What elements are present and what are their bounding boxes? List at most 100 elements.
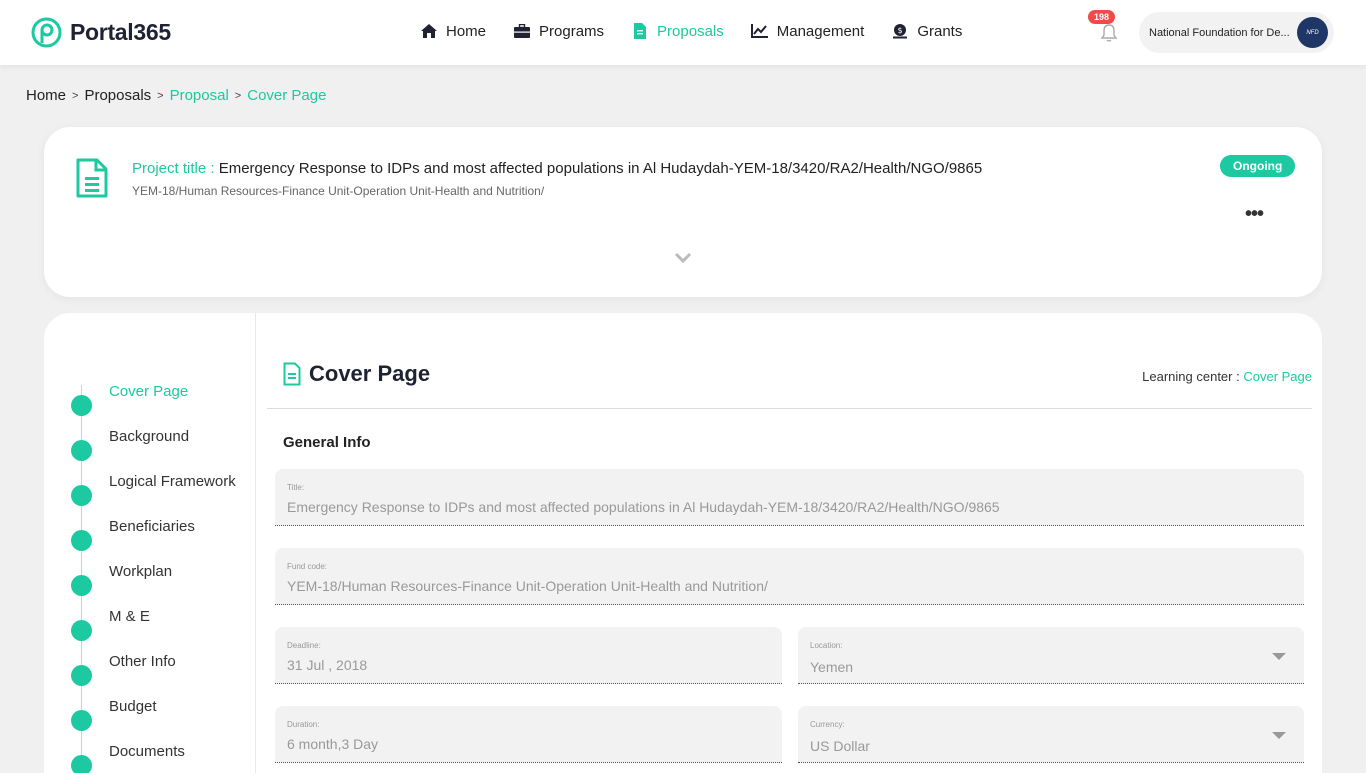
field-label: Deadline: [287,641,321,650]
step-documents[interactable]: Documents [71,743,251,773]
status-badge: Ongoing [1220,155,1296,177]
field-label: Currency: [810,720,845,729]
project-title: Project title : Emergency Response to ID… [132,160,982,177]
step-label: Workplan [109,563,173,580]
step-label: Other Info [109,653,176,670]
step-dot [71,395,92,416]
document-icon [631,22,649,40]
breadcrumb-separator: > [234,89,242,102]
breadcrumb-cover-page: Cover Page [247,87,327,104]
location-select[interactable]: Location: Yemen [798,627,1304,684]
breadcrumb: Home > Proposals > Proposal > Cover Page [26,87,326,104]
portal-logo[interactable]: Portal365 [31,17,171,48]
field-value: 31 Jul , 2018 [287,657,368,673]
step-other-info[interactable]: Other Info [71,653,251,686]
account-name: National Foundation for De... [1149,26,1290,39]
breadcrumb-home[interactable]: Home [26,87,66,104]
step-dot [71,485,92,506]
fund-code-field[interactable]: Fund code: YEM-18/Human Resources-Financ… [275,548,1304,605]
breadcrumb-proposals[interactable]: Proposals [84,87,151,104]
currency-select[interactable]: Currency: US Dollar [798,706,1304,763]
step-dot [71,530,92,551]
breadcrumb-separator: > [72,89,79,102]
avatar-text: NFD [1306,29,1319,36]
notification-badge: 198 [1088,10,1116,24]
field-value: YEM-18/Human Resources-Finance Unit-Oper… [287,578,768,594]
step-label: Logical Framework [109,473,236,490]
nav-home-label: Home [446,22,487,40]
logo-icon [31,17,62,48]
step-dot [71,440,92,461]
step-label: Budget [109,698,157,715]
step-m-and-e[interactable]: M & E [71,608,251,641]
caret-down-icon [1272,732,1286,739]
step-dot [71,665,92,686]
caret-down-icon [1272,653,1286,660]
top-navbar: Portal365 Home Programs Proposals Manage… [0,0,1366,65]
step-dot [71,710,92,731]
brand-name: Portal365 [70,19,171,45]
breadcrumb-proposal[interactable]: Proposal [170,87,229,104]
nav-programs[interactable]: Programs [513,22,604,40]
project-title-label: Project title : [132,160,215,177]
field-label: Location: [810,641,843,650]
step-label: Cover Page [109,383,189,400]
main-nav: Home Programs Proposals Management $ Gra… [420,22,989,40]
field-label: Fund code: [287,562,328,571]
learning-center: Learning center : Cover Page [1142,369,1312,384]
section-divider [267,408,1312,409]
chevron-down-icon[interactable] [673,251,693,265]
learning-center-link[interactable]: Cover Page [1243,369,1312,384]
title-field[interactable]: Title: Emergency Response to IDPs and mo… [275,469,1304,526]
chart-line-icon [751,22,769,40]
step-logical-framework[interactable]: Logical Framework [71,473,251,506]
project-title-text: Emergency Response to IDPs and most affe… [214,160,983,177]
step-budget[interactable]: Budget [71,698,251,731]
nav-proposals-label: Proposals [657,22,724,40]
step-cover-page[interactable]: Cover Page [71,383,251,416]
field-value: Emergency Response to IDPs and most affe… [287,499,1000,515]
sidebar-divider [255,313,256,773]
bell-icon[interactable] [1100,23,1120,43]
section-header: Cover Page [283,361,430,387]
document-icon [283,362,301,386]
deadline-field[interactable]: Deadline: 31 Jul , 2018 [275,627,782,684]
nav-proposals[interactable]: Proposals [631,22,724,40]
step-label: Background [109,428,190,445]
proposal-editor: Cover Page Background Logical Framework … [44,313,1322,773]
field-label: Duration: [287,720,320,729]
nav-grants-label: Grants [917,22,963,40]
avatar: NFD [1297,17,1328,48]
breadcrumb-separator: > [157,89,164,102]
field-value: Yemen [810,659,854,675]
step-label: M & E [109,608,150,625]
step-label: Beneficiaries [109,518,195,535]
nav-grants[interactable]: $ Grants [891,22,962,40]
step-dot [71,575,92,596]
field-value: 6 month,3 Day [287,736,379,752]
step-beneficiaries[interactable]: Beneficiaries [71,518,251,551]
project-card: Project title : Emergency Response to ID… [44,127,1322,297]
general-info-heading: General Info [283,434,371,451]
step-dot [71,620,92,641]
more-options-icon[interactable]: ••• [1245,204,1264,224]
step-workplan[interactable]: Workplan [71,563,251,596]
section-title: Cover Page [309,361,431,386]
nav-home[interactable]: Home [420,22,486,40]
duration-field[interactable]: Duration: 6 month,3 Day [275,706,782,763]
step-background[interactable]: Background [71,428,251,461]
project-subtitle: YEM-18/Human Resources-Finance Unit-Oper… [132,184,545,198]
step-label: Documents [109,743,185,760]
nav-management[interactable]: Management [751,22,865,40]
learning-center-label: Learning center : [1142,369,1244,384]
nav-programs-label: Programs [539,22,605,40]
home-icon [420,22,438,40]
nav-management-label: Management [776,22,865,40]
step-dot [71,755,92,773]
briefcase-icon [513,22,531,40]
account-menu[interactable]: National Foundation for De... NFD [1139,12,1334,53]
field-value: US Dollar [810,738,870,754]
document-icon [76,158,108,198]
money-icon: $ [891,22,909,40]
svg-text:$: $ [898,26,903,35]
